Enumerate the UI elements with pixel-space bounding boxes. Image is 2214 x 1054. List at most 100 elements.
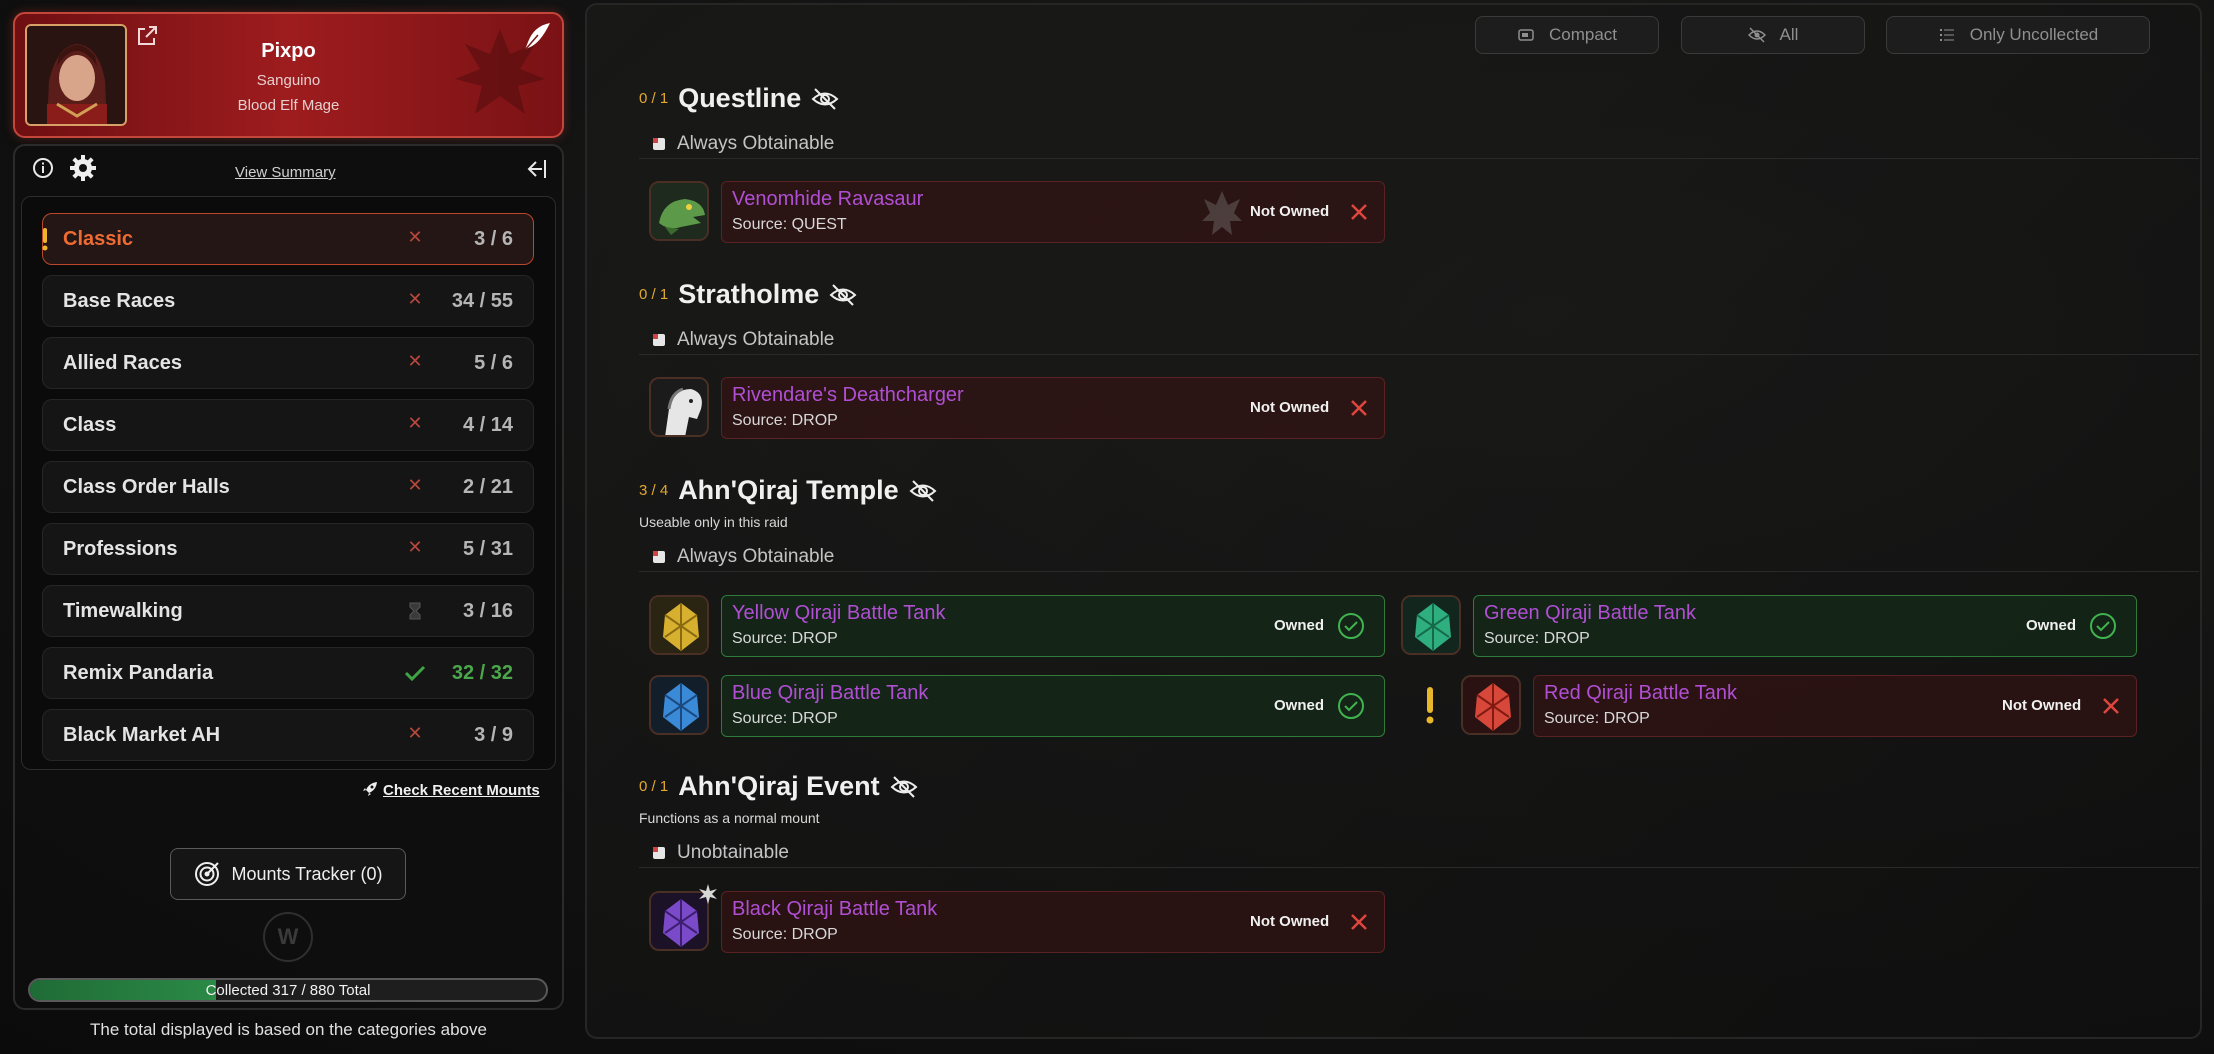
- gear-icon[interactable]: [69, 154, 97, 182]
- ownership-status: Owned: [1274, 697, 1325, 714]
- incomplete-x-icon: ✕: [407, 475, 423, 495]
- hide-section-icon[interactable]: [909, 477, 937, 505]
- category-label: Base Races: [63, 290, 176, 312]
- section-divider: [639, 158, 2199, 159]
- mount-icon-green-qiraji-battle-tank[interactable]: [1401, 595, 1461, 655]
- category-count: 3 / 9: [474, 724, 513, 746]
- owned-check-icon: [1338, 613, 1364, 639]
- mount-icon-rivendares-deathcharger[interactable]: [649, 377, 709, 437]
- category-count: 5 / 31: [462, 538, 513, 560]
- sparkle-badge-icon: [699, 884, 717, 904]
- target-icon: [195, 862, 220, 886]
- section-note: Functions as a normal mount: [639, 810, 820, 826]
- feather-quill-icon[interactable]: [520, 20, 554, 54]
- mount-source: Source: DROP: [1544, 710, 1650, 727]
- rocket-icon: [363, 782, 377, 796]
- category-count: 3 / 16: [462, 600, 513, 622]
- subsection-title: Always Obtainable: [677, 546, 835, 567]
- compact-filter-label: Compact: [1548, 25, 1618, 44]
- mount-source: Source: DROP: [732, 926, 838, 943]
- category-item-allied-races[interactable]: Allied Races ✕ 5 / 6: [42, 337, 534, 389]
- hide-section-icon[interactable]: [829, 281, 857, 309]
- incomplete-x-icon: ✕: [407, 723, 423, 743]
- category-side-panel: View Summary Classic ✕ 3 / 6 Base Races …: [13, 144, 564, 1010]
- category-item-class-order-halls[interactable]: Class Order Halls ✕ 2 / 21: [42, 461, 534, 513]
- mount-card-yellow-qiraji-battle-tank[interactable]: Yellow Qiraji Battle Tank Source: DROP O…: [721, 595, 1385, 657]
- collapse-panel-icon[interactable]: [522, 156, 548, 182]
- collection-progress-bar: Collected 317 / 880 Total: [28, 978, 548, 1002]
- horde-faction-icon: [1202, 191, 1242, 235]
- category-item-remix-pandaria[interactable]: Remix Pandaria 32 / 32: [42, 647, 534, 699]
- category-item-class[interactable]: Class ✕ 4 / 14: [42, 399, 534, 451]
- section-count: 0 / 1: [639, 286, 669, 303]
- mount-icon-yellow-qiraji-battle-tank[interactable]: [649, 595, 709, 655]
- ownership-status: Owned: [1274, 617, 1325, 634]
- mount-card-rivendares-deathcharger[interactable]: Rivendare's Deathcharger Source: DROP No…: [721, 377, 1385, 439]
- incomplete-x-icon: ✕: [407, 351, 423, 371]
- hide-section-icon[interactable]: [811, 85, 839, 113]
- mounts-tracker-label: Mounts Tracker (0): [231, 863, 383, 884]
- view-summary-link[interactable]: View Summary: [235, 164, 336, 181]
- category-count: 3 / 6: [474, 228, 513, 250]
- complete-check-icon: [404, 665, 426, 682]
- subsection-header: Unobtainable: [651, 842, 789, 864]
- mount-icon-red-qiraji-battle-tank[interactable]: [1461, 675, 1521, 735]
- only-uncollected-filter-label: Only Uncollected: [1969, 25, 2099, 44]
- section-title: Ahn'Qiraj Event: [678, 771, 880, 801]
- mount-card-blue-qiraji-battle-tank[interactable]: Blue Qiraji Battle Tank Source: DROP Own…: [721, 675, 1385, 737]
- section-divider: [639, 354, 2199, 355]
- owned-check-icon: [1338, 693, 1364, 719]
- check-recent-mounts-link[interactable]: Check Recent Mounts: [361, 780, 540, 799]
- section-header-ahnqiraj-temple: 3 / 4 Ahn'Qiraj Temple: [639, 475, 937, 506]
- category-item-timewalking[interactable]: Timewalking 3 / 16: [42, 585, 534, 637]
- all-filter-button[interactable]: All: [1681, 16, 1865, 54]
- mounts-tracker-button[interactable]: Mounts Tracker (0): [170, 848, 406, 900]
- subsection-title: Unobtainable: [677, 842, 789, 863]
- mount-card-black-qiraji-battle-tank[interactable]: Black Qiraji Battle Tank Source: DROP No…: [721, 891, 1385, 953]
- mount-name: Venomhide Ravasaur: [732, 188, 924, 210]
- section-title: Stratholme: [678, 279, 820, 309]
- section-note: Useable only in this raid: [639, 514, 788, 530]
- category-count: 2 / 21: [462, 476, 513, 498]
- section-title: Questline: [678, 83, 802, 113]
- mount-name: Yellow Qiraji Battle Tank: [732, 602, 946, 624]
- mount-card-green-qiraji-battle-tank[interactable]: Green Qiraji Battle Tank Source: DROP Ow…: [1473, 595, 2137, 657]
- mount-icon-blue-qiraji-battle-tank[interactable]: [649, 675, 709, 735]
- incomplete-x-icon: ✕: [407, 289, 423, 309]
- scroll-icon: [653, 847, 665, 859]
- mount-icon-venomhide-ravasaur[interactable]: [649, 181, 709, 241]
- mount-name: Green Qiraji Battle Tank: [1484, 602, 1696, 624]
- category-item-base-races[interactable]: Base Races ✕ 34 / 55: [42, 275, 534, 327]
- category-list: Classic ✕ 3 / 6 Base Races ✕ 34 / 55 All…: [21, 196, 556, 770]
- compact-view-icon: [1518, 29, 1534, 41]
- subsection-header: Always Obtainable: [651, 329, 834, 351]
- mounts-main-panel: Compact All Only Uncollected 0 / 1 Quest…: [585, 3, 2202, 1039]
- only-uncollected-filter-button[interactable]: Only Uncollected: [1886, 16, 2150, 54]
- list-icon: [1939, 29, 1954, 41]
- info-icon[interactable]: [31, 156, 55, 180]
- scroll-icon: [653, 138, 665, 150]
- category-label: Classic: [63, 228, 134, 250]
- category-label: Class: [63, 414, 117, 436]
- mount-card-venomhide-ravasaur[interactable]: Venomhide Ravasaur Source: QUEST Not Own…: [721, 181, 1385, 243]
- incomplete-x-icon: ✕: [407, 537, 423, 557]
- mount-card-red-qiraji-battle-tank[interactable]: Red Qiraji Battle Tank Source: DROP Not …: [1533, 675, 2137, 737]
- mount-name: Blue Qiraji Battle Tank: [732, 682, 929, 704]
- ownership-status: Not Owned: [2002, 697, 2082, 714]
- category-count: 5 / 6: [474, 352, 513, 374]
- check-recent-mounts-label: Check Recent Mounts: [383, 782, 540, 799]
- total-note: The total displayed is based on the cate…: [90, 1020, 487, 1039]
- compact-filter-button[interactable]: Compact: [1475, 16, 1659, 54]
- category-item-black-market-ah[interactable]: Black Market AH ✕ 3 / 9: [42, 709, 534, 761]
- category-item-classic[interactable]: Classic ✕ 3 / 6: [42, 213, 534, 265]
- hide-section-icon[interactable]: [890, 773, 918, 801]
- scroll-icon: [653, 551, 665, 563]
- ownership-status: Not Owned: [1250, 399, 1330, 416]
- section-count: 0 / 1: [639, 778, 669, 795]
- collection-progress-label: Collected 317 / 880 Total: [205, 982, 371, 999]
- incomplete-x-icon: ✕: [407, 227, 423, 247]
- category-label: Timewalking: [63, 600, 183, 622]
- subsection-header: Always Obtainable: [651, 546, 834, 568]
- category-item-professions[interactable]: Professions ✕ 5 / 31: [42, 523, 534, 575]
- mount-source: Source: DROP: [732, 710, 838, 727]
